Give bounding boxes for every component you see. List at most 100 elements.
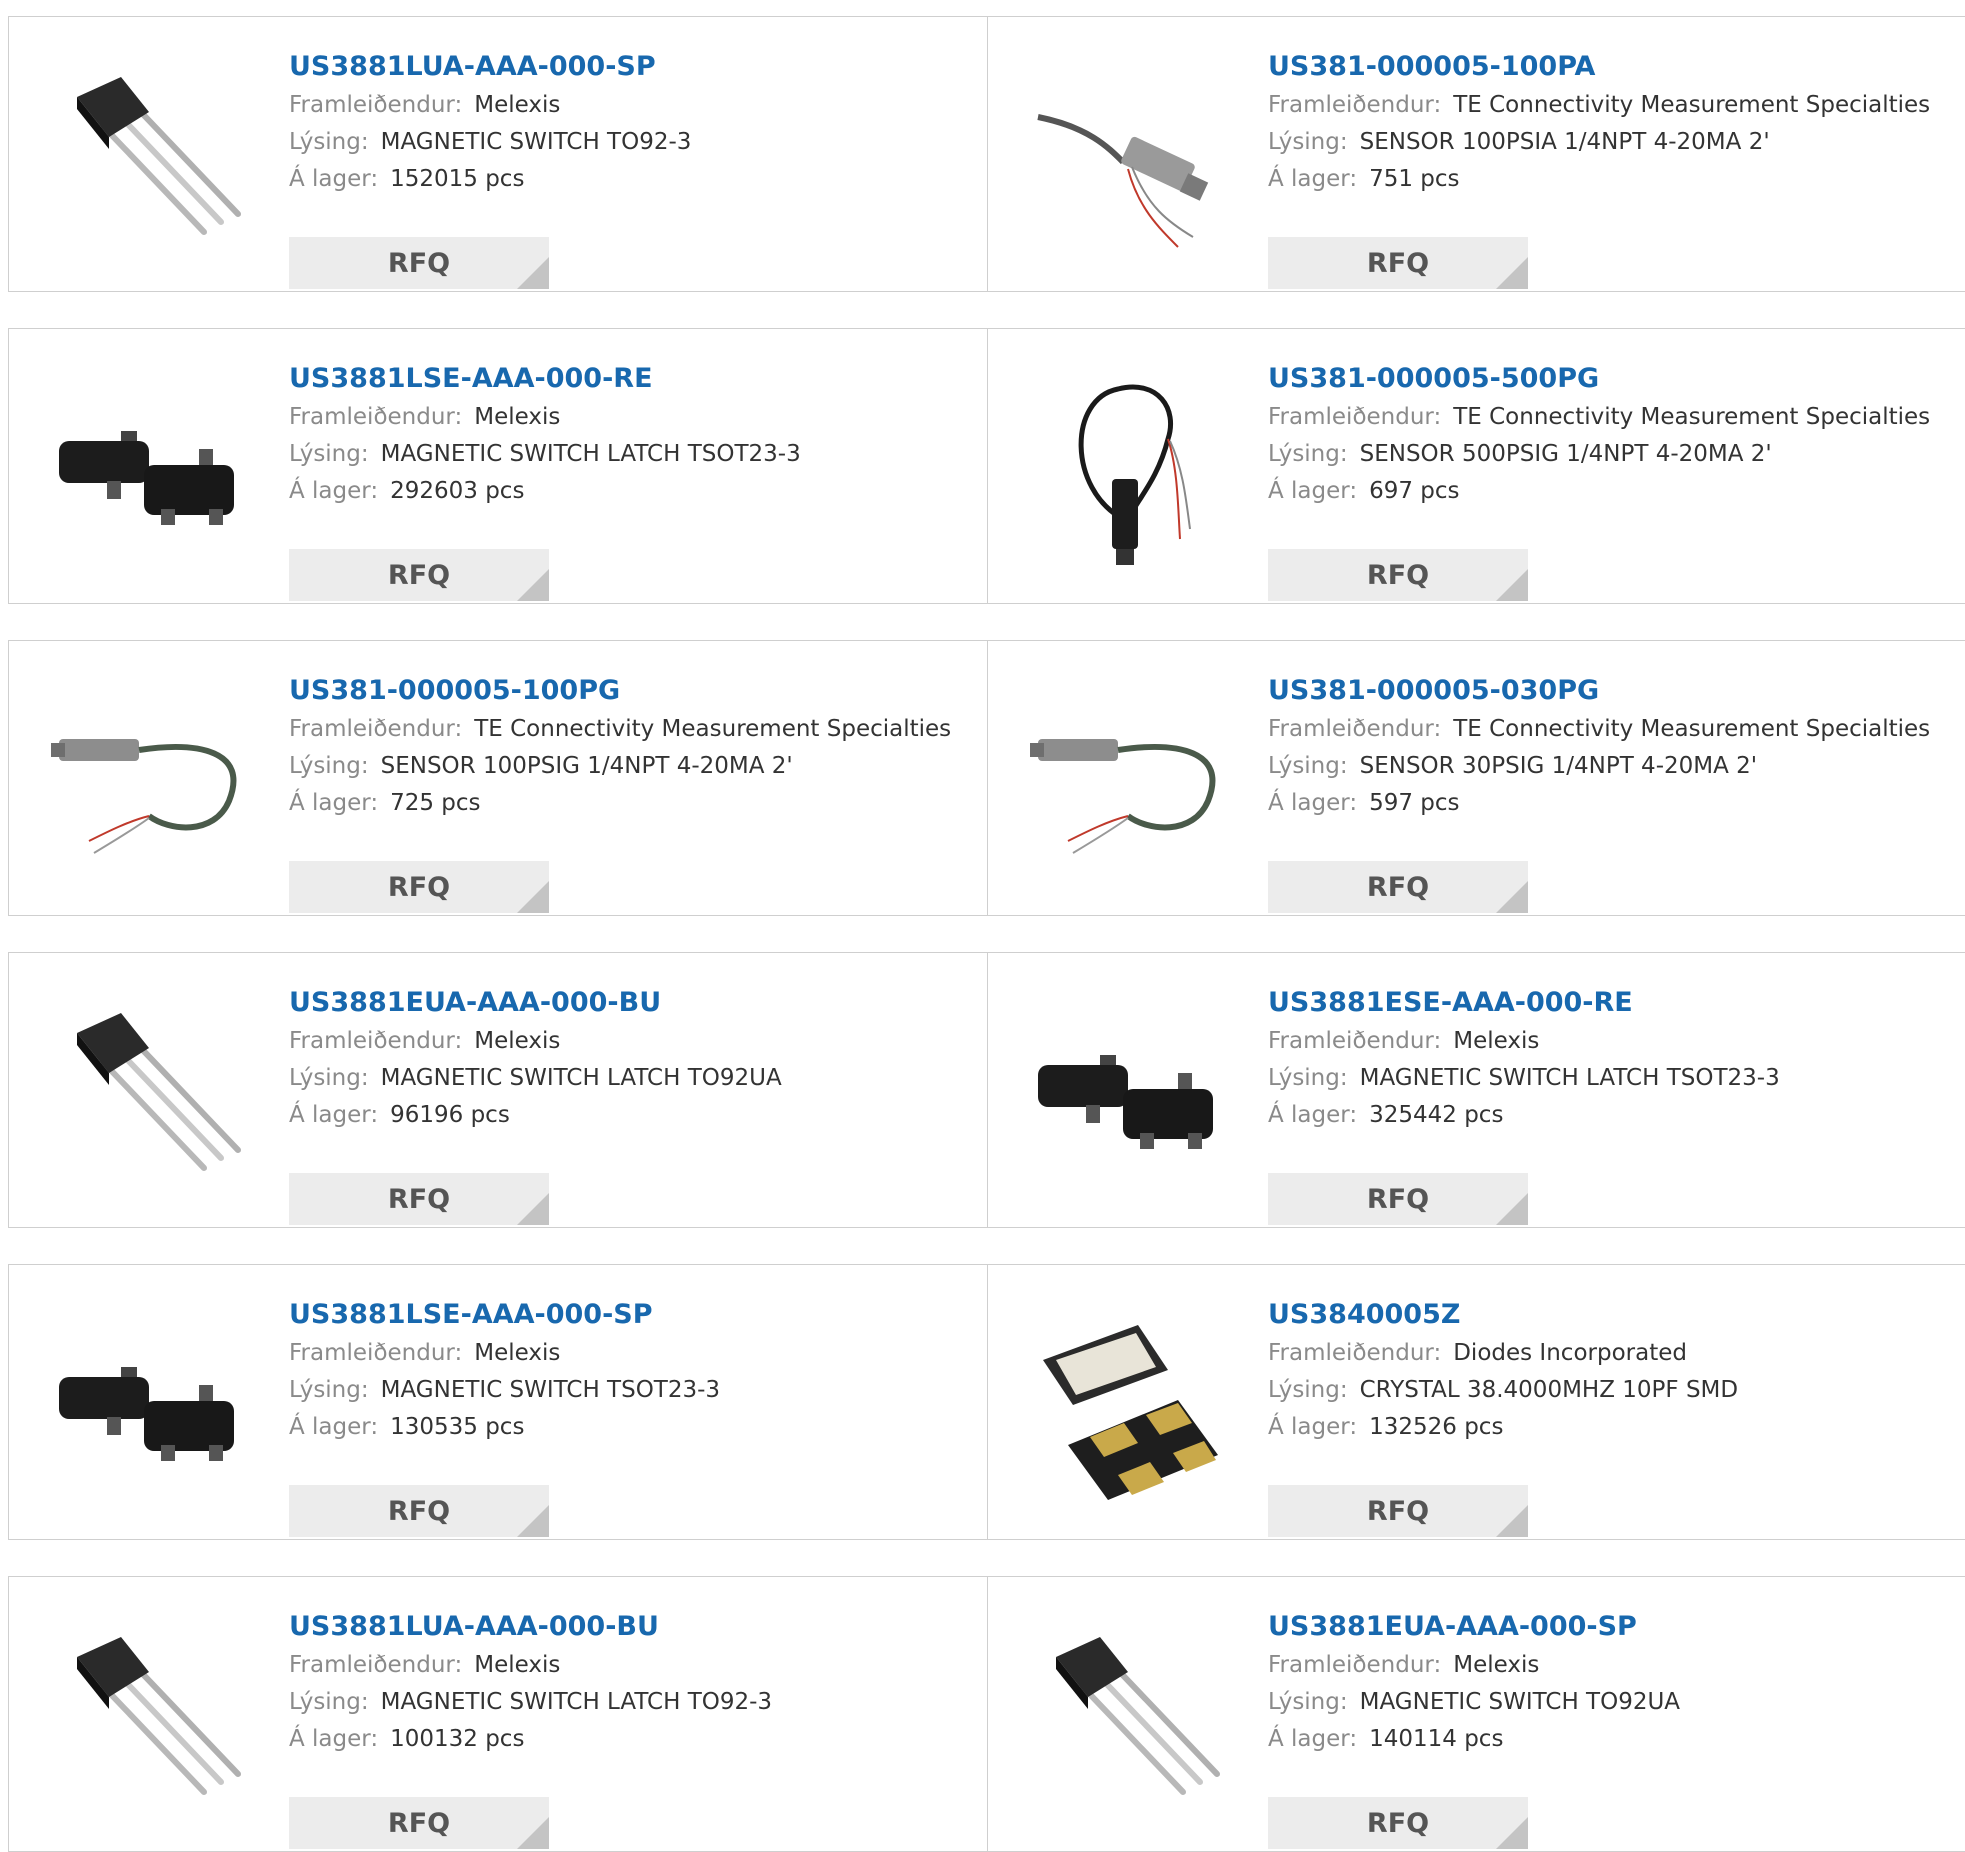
rfq-label: RFQ <box>1366 1807 1430 1839</box>
corner-decoration <box>1496 1193 1528 1225</box>
stock-value: 152015 pcs <box>390 166 525 192</box>
stock-row: Á lager: 325442 pcs <box>1268 1097 1956 1134</box>
description-label: Lýsing: <box>289 1689 369 1715</box>
part-number-link[interactable]: US381-000005-100PG <box>289 671 977 711</box>
part-number-link[interactable]: US3881EUA-AAA-000-BU <box>289 983 977 1023</box>
manufacturer-row: Framleiðendur: TE Connectivity Measuremen… <box>1268 711 1956 748</box>
product-card: US3881ESE-AAA-000-RE Framleiðendur: Melexi… <box>987 952 1965 1228</box>
part-number-link[interactable]: US3881LUA-AAA-000-SP <box>289 47 977 87</box>
manufacturer-value: Melexis <box>474 404 561 430</box>
to92-icon <box>77 77 241 235</box>
rfq-button[interactable]: RFQ <box>289 1485 549 1537</box>
product-info: US3840005Z Framleiðendur: Diodes Incorpora… <box>1268 1295 1956 1537</box>
product-card: US3881LSE-AAA-000-RE Framleiðendur: Melexi… <box>8 328 988 604</box>
manufacturer-label: Framleiðendur: <box>289 92 463 118</box>
part-number-link[interactable]: US3840005Z <box>1268 1295 1956 1335</box>
manufacturer-value: Melexis <box>474 1340 561 1366</box>
rfq-label: RFQ <box>387 1495 451 1527</box>
rfq-button[interactable]: RFQ <box>1268 237 1528 289</box>
product-image[interactable] <box>49 681 249 881</box>
product-card: US3881LSE-AAA-000-SP Framleiðendur: Melexi… <box>8 1264 988 1540</box>
stock-row: Á lager: 96196 pcs <box>289 1097 977 1134</box>
rfq-button[interactable]: RFQ <box>1268 1797 1528 1849</box>
part-number-link[interactable]: US381-000005-030PG <box>1268 671 1956 711</box>
rfq-label: RFQ <box>1366 1183 1430 1215</box>
rfq-label: RFQ <box>387 1183 451 1215</box>
corner-decoration <box>1496 1817 1528 1849</box>
corner-decoration <box>1496 569 1528 601</box>
product-image[interactable] <box>49 1305 249 1505</box>
manufacturer-value: Diodes Incorporated <box>1453 1340 1687 1366</box>
stock-value: 140114 pcs <box>1369 1726 1504 1752</box>
rfq-button[interactable]: RFQ <box>289 549 549 601</box>
product-image[interactable] <box>1028 681 1228 881</box>
corner-decoration <box>517 1505 549 1537</box>
rfq-label: RFQ <box>387 247 451 279</box>
product-image[interactable] <box>1028 369 1228 569</box>
stock-value: 96196 pcs <box>390 1102 510 1128</box>
stock-value: 725 pcs <box>390 790 481 816</box>
stock-label: Á lager: <box>289 1414 379 1440</box>
part-number-link[interactable]: US3881LSE-AAA-000-SP <box>289 1295 977 1335</box>
description-label: Lýsing: <box>1268 1689 1348 1715</box>
description-label: Lýsing: <box>289 129 369 155</box>
stock-label: Á lager: <box>1268 790 1358 816</box>
product-image[interactable] <box>1028 1617 1228 1817</box>
product-image[interactable] <box>1028 1305 1228 1505</box>
product-info: US3881EUA-AAA-000-SP Framleiðendur: Melexi… <box>1268 1607 1956 1849</box>
description-label: Lýsing: <box>1268 753 1348 779</box>
stock-row: Á lager: 132526 pcs <box>1268 1409 1956 1446</box>
product-image[interactable] <box>49 57 249 257</box>
description-row: Lýsing: CRYSTAL 38.4000MHZ 10PF SMD <box>1268 1372 1956 1409</box>
product-image[interactable] <box>49 993 249 1193</box>
rfq-button[interactable]: RFQ <box>289 237 549 289</box>
part-number-link[interactable]: US381-000005-500PG <box>1268 359 1956 399</box>
product-card: US3881LUA-AAA-000-SP Framleiðendur: Melexi… <box>8 16 988 292</box>
stock-value: 597 pcs <box>1369 790 1460 816</box>
rfq-button[interactable]: RFQ <box>289 861 549 913</box>
stock-label: Á lager: <box>289 1102 379 1128</box>
rfq-label: RFQ <box>1366 1495 1430 1527</box>
product-info: US3881LUA-AAA-000-SP Framleiðendur: Melexi… <box>289 47 977 289</box>
product-info: US3881LUA-AAA-000-BU Framleiðendur: Melexi… <box>289 1607 977 1849</box>
rfq-button[interactable]: RFQ <box>289 1797 549 1849</box>
rfq-button[interactable]: RFQ <box>1268 1485 1528 1537</box>
description-value: MAGNETIC SWITCH LATCH TO92UA <box>380 1065 782 1091</box>
description-label: Lýsing: <box>289 1377 369 1403</box>
manufacturer-value: TE Connectivity Measurement Specialties <box>1453 404 1931 430</box>
pressure-sensor-cable-icon <box>1030 739 1216 854</box>
manufacturer-label: Framleiðendur: <box>289 716 463 742</box>
part-number-link[interactable]: US3881EUA-AAA-000-SP <box>1268 1607 1956 1647</box>
rfq-button[interactable]: RFQ <box>1268 549 1528 601</box>
corner-decoration <box>517 1193 549 1225</box>
stock-label: Á lager: <box>289 478 379 504</box>
corner-decoration <box>1496 881 1528 913</box>
product-image[interactable] <box>49 369 249 569</box>
part-number-link[interactable]: US3881LSE-AAA-000-RE <box>289 359 977 399</box>
stock-row: Á lager: 751 pcs <box>1268 161 1956 198</box>
product-image[interactable] <box>49 1617 249 1817</box>
product-image[interactable] <box>1028 57 1228 257</box>
stock-row: Á lager: 130535 pcs <box>289 1409 977 1446</box>
part-number-link[interactable]: US3881ESE-AAA-000-RE <box>1268 983 1956 1023</box>
rfq-button[interactable]: RFQ <box>289 1173 549 1225</box>
product-info: US3881ESE-AAA-000-RE Framleiðendur: Melexi… <box>1268 983 1956 1225</box>
part-number-link[interactable]: US381-000005-100PA <box>1268 47 1956 87</box>
manufacturer-label: Framleiðendur: <box>1268 1652 1442 1678</box>
rfq-label: RFQ <box>1366 871 1430 903</box>
product-info: US3881EUA-AAA-000-BU Framleiðendur: Melexi… <box>289 983 977 1225</box>
part-number-link[interactable]: US3881LUA-AAA-000-BU <box>289 1607 977 1647</box>
product-image[interactable] <box>1028 993 1228 1193</box>
rfq-button[interactable]: RFQ <box>1268 861 1528 913</box>
manufacturer-value: Melexis <box>474 1028 561 1054</box>
manufacturer-value: TE Connectivity Measurement Specialties <box>1453 92 1931 118</box>
stock-label: Á lager: <box>1268 166 1358 192</box>
manufacturer-row: Framleiðendur: Melexis <box>289 399 977 436</box>
stock-value: 751 pcs <box>1369 166 1460 192</box>
manufacturer-row: Framleiðendur: Melexis <box>289 1647 977 1684</box>
manufacturer-row: Framleiðendur: TE Connectivity Measuremen… <box>1268 87 1956 124</box>
rfq-button[interactable]: RFQ <box>1268 1173 1528 1225</box>
description-value: SENSOR 100PSIG 1/4NPT 4-20MA 2' <box>380 753 793 779</box>
product-info: US381-000005-500PG Framleiðendur: TE Conne… <box>1268 359 1956 601</box>
crystal-smd-icon <box>1043 1325 1218 1500</box>
